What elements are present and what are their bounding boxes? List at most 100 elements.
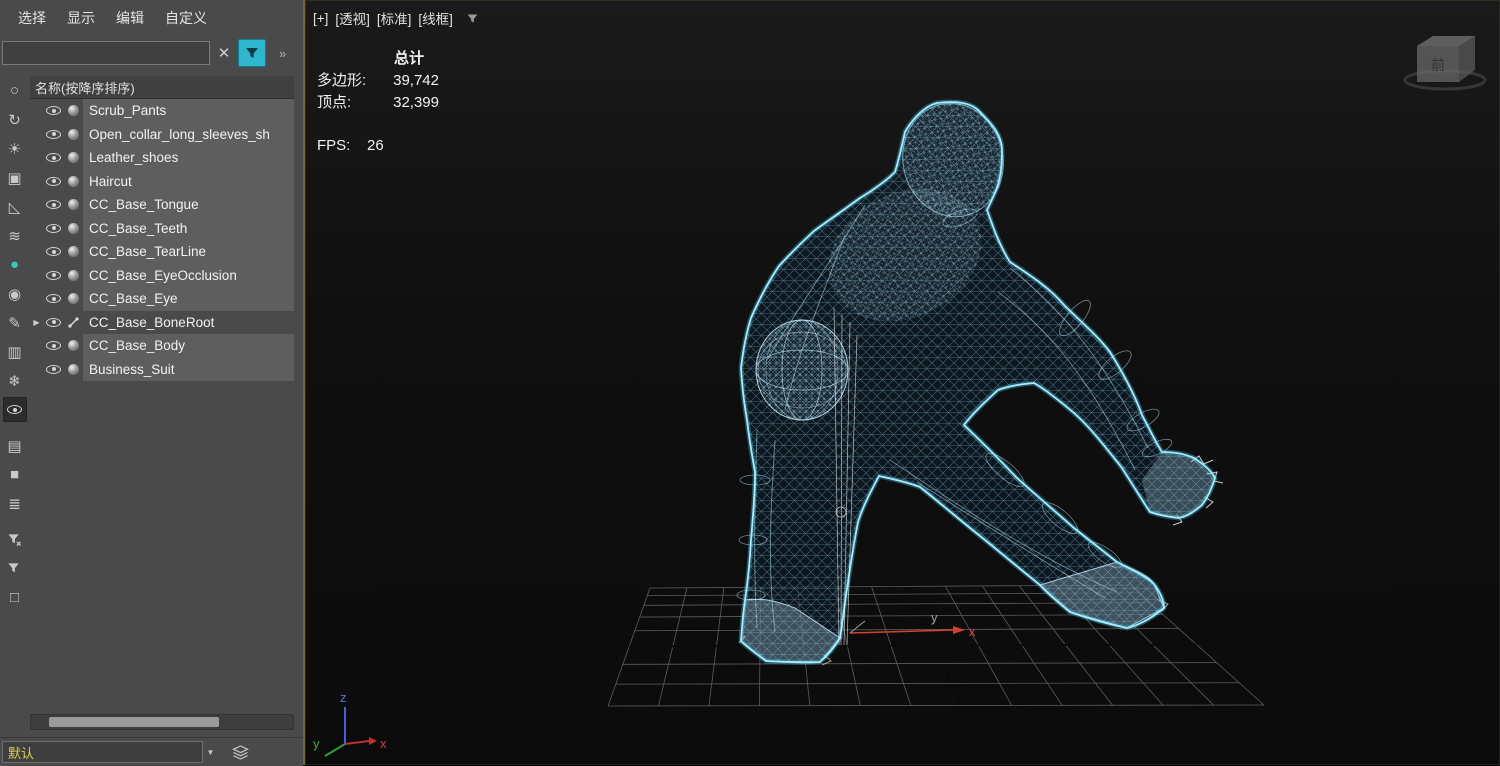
geometry-sphere-icon	[64, 175, 83, 187]
visibility-eye-icon[interactable]	[43, 247, 64, 257]
display-containers-icon[interactable]: ▥	[3, 339, 27, 364]
search-input[interactable]	[2, 41, 210, 65]
display-refresh-icon[interactable]: ↻	[3, 107, 27, 132]
expand-arrow-icon[interactable]: ▶	[30, 318, 43, 327]
eye-icon	[46, 176, 61, 186]
scene-object-tree: 名称(按降序排序) Scrub_Pants Open_collar_long_sl…	[30, 76, 294, 381]
view-cube[interactable]: 前	[1403, 36, 1487, 91]
table-row[interactable]: ▶ CC_Base_BoneRoot	[30, 311, 294, 335]
table-row[interactable]: CC_Base_Teeth	[30, 216, 294, 240]
grid-line	[634, 628, 1179, 632]
viewport-menu-pov[interactable]: [透视]	[335, 8, 370, 28]
visibility-eye-icon[interactable]	[43, 317, 64, 327]
name-column-header[interactable]: 名称(按降序排序)	[30, 76, 294, 99]
visibility-eye-icon[interactable]	[43, 153, 64, 163]
geometry-sphere-icon	[64, 152, 83, 164]
geometry-sphere-icon	[64, 105, 83, 117]
toolbar-overflow-icon[interactable]: »	[279, 46, 286, 61]
display-spacewarps-icon[interactable]: ≋	[3, 223, 27, 248]
table-row[interactable]: CC_Base_TearLine	[30, 240, 294, 264]
stats-vertices-label: 顶点:	[317, 94, 352, 111]
layer-field[interactable]: 默认	[2, 741, 203, 763]
column-chooser-icon[interactable]: ▤	[3, 433, 27, 458]
horizontal-scrollbar[interactable]	[30, 714, 294, 730]
transform-gizmo[interactable]: x y	[849, 610, 976, 639]
eye-icon	[46, 270, 61, 280]
wireframe-character[interactable]	[736, 94, 1224, 666]
viewport-menu-shading[interactable]: [线框]	[418, 8, 453, 28]
visibility-eye-icon[interactable]	[43, 364, 64, 374]
axis-z-label: z	[340, 690, 347, 705]
table-row[interactable]: Open_collar_long_sleeves_sh	[30, 122, 294, 146]
display-geometry-icon[interactable]: ●	[3, 252, 27, 277]
scrollbar-thumb[interactable]	[49, 717, 219, 727]
table-row[interactable]: CC_Base_Body	[30, 334, 294, 358]
grid-line	[607, 704, 1265, 707]
viewport-menu-standard[interactable]: [标准]	[377, 8, 412, 28]
selection-filter-button[interactable]	[238, 39, 266, 67]
visibility-eye-icon[interactable]	[43, 270, 64, 280]
sync-selection-icon[interactable]: ≣	[3, 491, 27, 516]
visibility-eye-icon[interactable]	[43, 341, 64, 351]
visibility-eye-icon[interactable]	[43, 294, 64, 304]
geometry-sphere-icon	[64, 128, 83, 140]
display-lights-icon[interactable]: ☀	[3, 136, 27, 161]
table-row[interactable]: Business_Suit	[30, 357, 294, 381]
table-row[interactable]: CC_Base_EyeOcclusion	[30, 263, 294, 287]
display-helpers-icon[interactable]: ◺	[3, 194, 27, 219]
lock-cell-editing-icon[interactable]: ■	[3, 462, 27, 487]
object-name: CC_Base_Body	[83, 334, 294, 358]
eye-icon	[7, 405, 22, 414]
visibility-eye-icon[interactable]	[43, 223, 64, 233]
explorer-footer: 默认 ▼	[0, 737, 303, 766]
fps-value: 26	[367, 137, 384, 154]
eye-icon	[46, 200, 61, 210]
visibility-eye-icon[interactable]	[43, 129, 64, 139]
menu-item-2[interactable]: 编辑	[116, 8, 144, 28]
axis-y-label: y	[313, 736, 320, 751]
eye-icon	[46, 129, 61, 139]
table-row[interactable]: CC_Base_Eye	[30, 287, 294, 311]
viewport-menu-plus[interactable]: [+]	[313, 11, 328, 26]
explorer-search-row: ✕ »	[0, 38, 303, 68]
world-axis-tripod: z y x	[313, 690, 387, 757]
pick-folder-icon[interactable]: □	[3, 585, 27, 610]
menu-item-1[interactable]: 显示	[67, 8, 95, 28]
perspective-viewport[interactable]: [+] [透视] [标准] [线框] 总计 多边形: 39,742 顶点: 32,3…	[303, 0, 1500, 765]
geometry-sphere-icon	[64, 340, 83, 352]
display-cameras-icon[interactable]: ▣	[3, 165, 27, 190]
display-frozen-icon[interactable]: ❄	[3, 368, 27, 393]
table-row[interactable]: Haircut	[30, 169, 294, 193]
display-shapes-icon[interactable]: ◉	[3, 281, 27, 306]
stats-polygons-label: 多边形:	[317, 72, 367, 89]
object-name: Open_collar_long_sleeves_sh	[83, 122, 294, 146]
gizmo-x-label: x	[969, 624, 976, 639]
viewcube-front-label: 前	[1431, 57, 1445, 73]
display-bones-icon[interactable]: ✎	[3, 310, 27, 335]
clear-filter-icon[interactable]	[3, 527, 27, 552]
table-row[interactable]: CC_Base_Tongue	[30, 193, 294, 217]
viewport-filter-icon[interactable]	[466, 12, 479, 25]
display-hidden-icon[interactable]	[2, 397, 27, 422]
clear-search-icon[interactable]: ✕	[215, 44, 233, 62]
object-name: Scrub_Pants	[83, 99, 294, 123]
table-row[interactable]: Scrub_Pants	[30, 99, 294, 123]
stats-vertices-value: 32,399	[393, 94, 439, 111]
visibility-eye-icon[interactable]	[43, 176, 64, 186]
eye-icon	[46, 153, 61, 163]
filter-icon[interactable]	[3, 556, 27, 581]
layers-icon[interactable]	[232, 744, 249, 760]
viewport-canvas[interactable]: x y z y x 前	[305, 0, 1500, 765]
menu-item-0[interactable]: 选择	[18, 8, 46, 28]
display-none-icon[interactable]: ○	[3, 78, 27, 103]
visibility-eye-icon[interactable]	[43, 200, 64, 210]
eye-icon	[46, 317, 61, 327]
table-row[interactable]: Leather_shoes	[30, 146, 294, 170]
object-name: CC_Base_Teeth	[83, 216, 294, 240]
eye-icon	[46, 106, 61, 116]
explorer-menu-bar: 选择 显示 编辑 自定义	[0, 0, 303, 36]
menu-item-3[interactable]: 自定义	[165, 8, 207, 28]
geometry-sphere-icon	[64, 363, 83, 375]
visibility-eye-icon[interactable]	[43, 106, 64, 116]
layer-dropdown-icon[interactable]: ▼	[203, 741, 218, 763]
